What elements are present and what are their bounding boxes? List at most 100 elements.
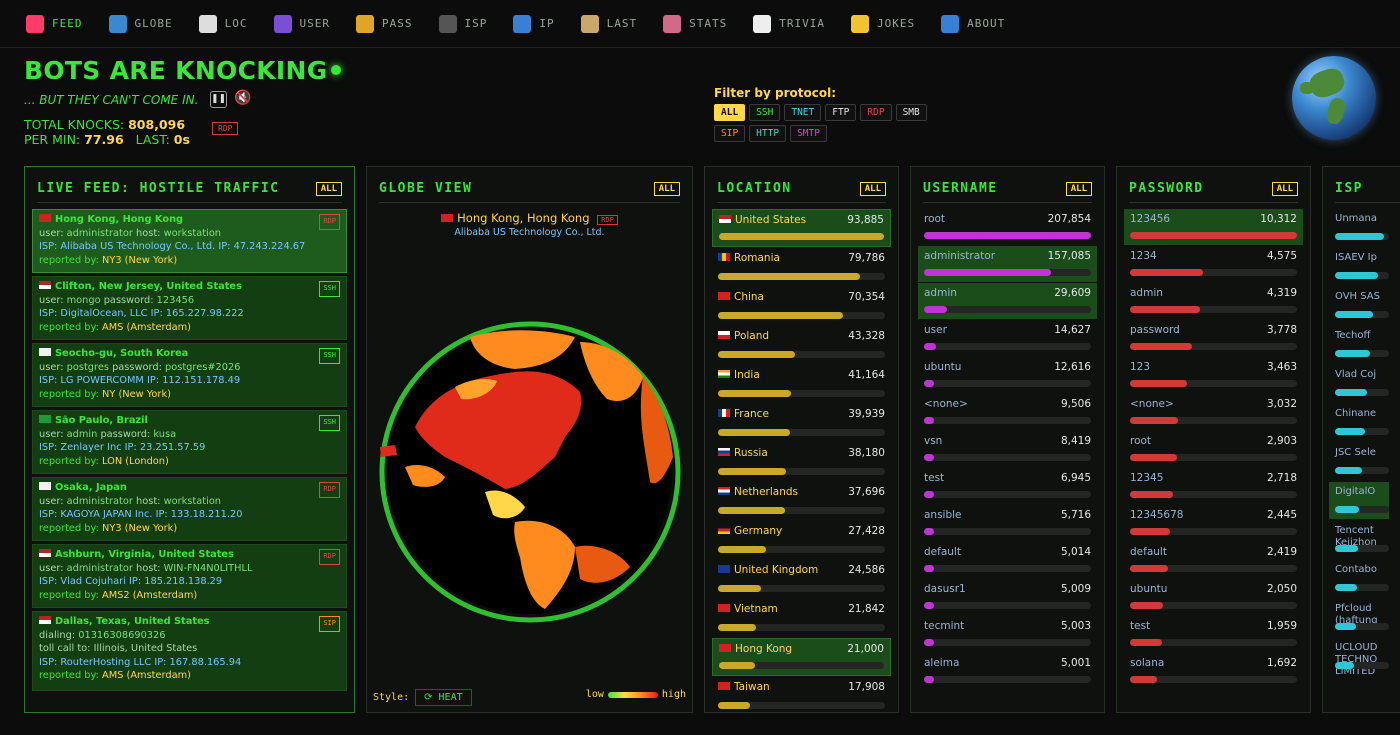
nav-jokes[interactable]: JOKES xyxy=(851,14,915,33)
location-bar-track xyxy=(718,702,885,709)
isp-row[interactable]: JSC Sele xyxy=(1329,443,1389,480)
password-row[interactable]: 1234 4,575 xyxy=(1124,246,1303,282)
username-row[interactable]: tecmint 5,003 xyxy=(918,616,1097,652)
username-name: administrator xyxy=(924,250,996,262)
password-row[interactable]: 12345 2,718 xyxy=(1124,468,1303,504)
username-bar-fill xyxy=(924,639,935,646)
filter-chip-tnet[interactable]: TNET xyxy=(784,104,822,121)
username-row[interactable]: dasusr1 5,009 xyxy=(918,579,1097,615)
isp-row[interactable]: Unmana xyxy=(1329,209,1389,246)
mute-button[interactable]: 🔇 xyxy=(234,90,251,106)
isp-row[interactable]: OVH SAS xyxy=(1329,287,1389,324)
location-row[interactable]: Germany 27,428 xyxy=(712,521,891,559)
location-row[interactable]: United States 93,885 xyxy=(712,209,891,247)
isp-row[interactable]: Tencent Kejizhon xyxy=(1329,521,1389,558)
nav-ip[interactable]: IP xyxy=(513,14,554,33)
username-row[interactable]: <none> 9,506 xyxy=(918,394,1097,430)
username-bar-track xyxy=(924,454,1091,461)
nav-trivia[interactable]: TRIVIA xyxy=(753,14,825,33)
isp-row[interactable]: DigitalO xyxy=(1329,482,1389,519)
location-row[interactable]: Poland 43,328 xyxy=(712,326,891,364)
password-row[interactable]: admin 4,319 xyxy=(1124,283,1303,319)
username-row[interactable]: administrator 157,085 xyxy=(918,246,1097,282)
filter-chip-http[interactable]: HTTP xyxy=(749,125,787,142)
location-row[interactable]: China 70,354 xyxy=(712,287,891,325)
live-feed-all-button[interactable]: ALL xyxy=(315,181,342,196)
isp-row[interactable]: Vlad Coj xyxy=(1329,365,1389,402)
feed-card[interactable]: Dallas, Texas, United States dialing: 013… xyxy=(32,611,347,691)
password-row[interactable]: 123 3,463 xyxy=(1124,357,1303,393)
password-row[interactable]: ubuntu 2,050 xyxy=(1124,579,1303,615)
mini-globe-icon[interactable] xyxy=(1292,56,1376,140)
globe-map[interactable] xyxy=(375,317,685,627)
username-all-button[interactable]: ALL xyxy=(1065,181,1092,196)
nav-isp[interactable]: ISP xyxy=(438,14,488,33)
location-row[interactable]: Russia 38,180 xyxy=(712,443,891,481)
nav-stats[interactable]: STATS xyxy=(663,14,727,33)
flag-tw-icon xyxy=(718,682,730,690)
nav-pass[interactable]: PASS xyxy=(356,14,413,33)
nav-loc[interactable]: LOC xyxy=(198,14,248,33)
location-row[interactable]: Hong Kong 21,000 xyxy=(712,638,891,676)
password-row[interactable]: password 3,778 xyxy=(1124,320,1303,356)
filter-chip-smtp[interactable]: SMTP xyxy=(790,125,827,142)
password-row[interactable]: 123456 10,312 xyxy=(1124,209,1303,245)
pause-button[interactable]: ❚❚ xyxy=(210,91,227,108)
isp-row[interactable]: Chinane xyxy=(1329,404,1389,441)
nav-feed[interactable]: FEED xyxy=(26,14,83,33)
password-row[interactable]: default 2,419 xyxy=(1124,542,1303,578)
filter-chip-ssh[interactable]: SSH xyxy=(749,104,781,121)
feed-card[interactable]: Hong Kong, Hong Kong user: administrator … xyxy=(32,209,347,273)
password-row[interactable]: <none> 3,032 xyxy=(1124,394,1303,430)
username-row[interactable]: admin 29,609 xyxy=(918,283,1097,319)
globe-location: Hong Kong, Hong Kong RDP xyxy=(367,211,692,225)
feed-card[interactable]: Osaka, Japan user: administrator host: wo… xyxy=(32,477,347,541)
username-row[interactable]: aleima 5,001 xyxy=(918,653,1097,689)
location-row[interactable]: Netherlands 37,696 xyxy=(712,482,891,520)
isp-row[interactable]: UCLOUD TECHNO LIMITED xyxy=(1329,638,1389,675)
nav-user[interactable]: USER xyxy=(273,14,331,33)
location-row[interactable]: France 39,939 xyxy=(712,404,891,442)
location-row[interactable]: Vietnam 21,842 xyxy=(712,599,891,637)
feed-card[interactable]: São Paulo, Brazil user: admin password: k… xyxy=(32,410,347,474)
username-row[interactable]: test 6,945 xyxy=(918,468,1097,504)
username-row[interactable]: vsn 8,419 xyxy=(918,431,1097,467)
globe-all-button[interactable]: ALL xyxy=(653,181,680,196)
username-row[interactable]: ubuntu 12,616 xyxy=(918,357,1097,393)
isp-row[interactable]: ISAEV Ip xyxy=(1329,248,1389,285)
feed-isp: ISP: RouterHosting LLC IP: 167.88.165.94 xyxy=(39,656,242,668)
heat-style-button[interactable]: ⟳ HEAT xyxy=(415,689,472,706)
filter-chip-all[interactable]: ALL xyxy=(714,104,746,121)
password-all-button[interactable]: ALL xyxy=(1271,181,1298,196)
password-row[interactable]: solana 1,692 xyxy=(1124,653,1303,689)
filter-chip-ftp[interactable]: FTP xyxy=(825,104,857,121)
isp-row[interactable]: Contabo xyxy=(1329,560,1389,597)
isp-row[interactable]: Techoff xyxy=(1329,326,1389,363)
filter-chip-rdp[interactable]: RDP xyxy=(860,104,892,121)
filter-chip-smb[interactable]: SMB xyxy=(895,104,927,121)
username-row[interactable]: default 5,014 xyxy=(918,542,1097,578)
username-row[interactable]: user 14,627 xyxy=(918,320,1097,356)
feed-card[interactable]: Seocho-gu, South Korea user: postgres pas… xyxy=(32,343,347,407)
location-row[interactable]: India 41,164 xyxy=(712,365,891,403)
feed-reporter: reported by: LON (London) xyxy=(39,455,340,469)
password-row[interactable]: test 1,959 xyxy=(1124,616,1303,652)
username-row[interactable]: ansible 5,716 xyxy=(918,505,1097,541)
location-row[interactable]: United Kingdom 24,586 xyxy=(712,560,891,598)
location-row[interactable]: Romania 79,786 xyxy=(712,248,891,286)
password-row[interactable]: root 2,903 xyxy=(1124,431,1303,467)
feed-card[interactable]: Ashburn, Virginia, United States user: ad… xyxy=(32,544,347,608)
nav-last[interactable]: LAST xyxy=(580,14,638,33)
password-row-text: 1234 4,575 xyxy=(1130,250,1297,262)
isp-bar-fill xyxy=(1335,272,1379,279)
location-all-button[interactable]: ALL xyxy=(859,181,886,196)
nav-globe[interactable]: GLOBE xyxy=(108,14,173,33)
password-row[interactable]: 12345678 2,445 xyxy=(1124,505,1303,541)
feed-card[interactable]: Clifton, New Jersey, United States user: … xyxy=(32,276,347,340)
location-row[interactable]: Taiwan 17,908 xyxy=(712,677,891,715)
username-row[interactable]: root 207,854 xyxy=(918,209,1097,245)
location-count: 24,586 xyxy=(848,564,885,576)
filter-chip-sip[interactable]: SIP xyxy=(714,125,746,142)
isp-row[interactable]: Pfcloud (haftung xyxy=(1329,599,1389,636)
nav-about[interactable]: ABOUT xyxy=(941,14,1005,33)
